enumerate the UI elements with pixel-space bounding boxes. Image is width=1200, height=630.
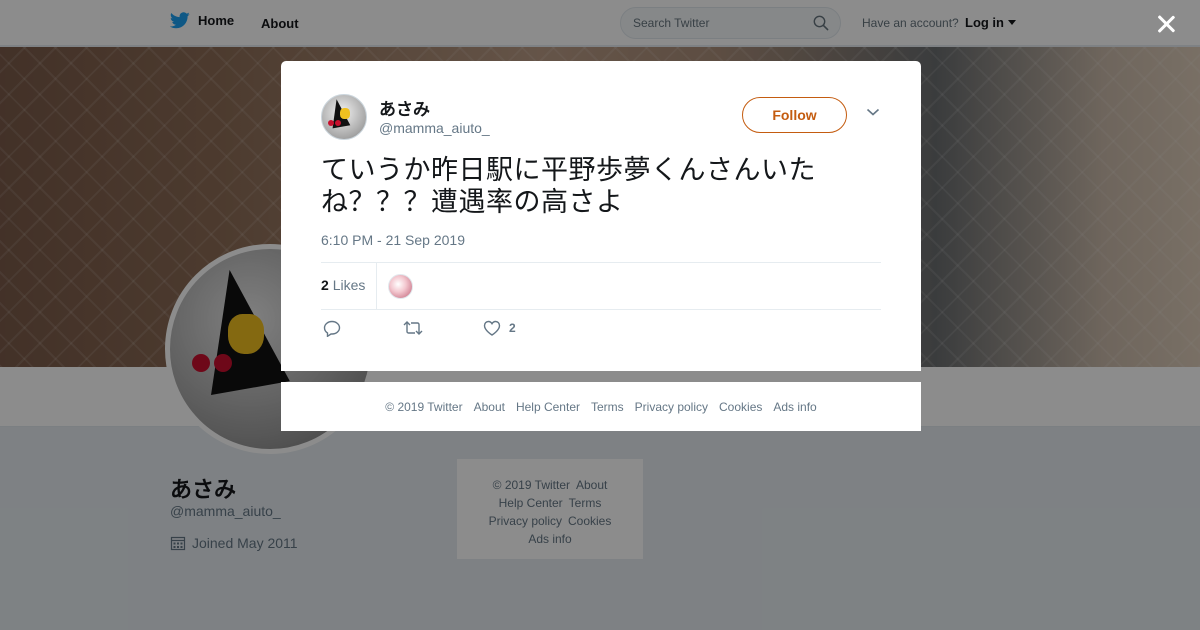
follow-button[interactable]: Follow (742, 97, 847, 133)
likes-stat[interactable]: 2 Likes (321, 277, 365, 293)
retweet-button[interactable] (403, 320, 423, 336)
modal-footer-cookies-link[interactable]: Cookies (719, 400, 762, 414)
tweet-stats: 2 Likes (321, 262, 881, 310)
tweet-modal: あさみ @mamma_aiuto_ Follow ていうか昨日駅に平野歩夢くんさ… (281, 61, 921, 371)
tweet-text-line: ていうか昨日駅に平野歩夢くんさんいた (321, 155, 816, 186)
reply-button[interactable] (323, 320, 341, 337)
liker-avatar[interactable] (388, 274, 413, 299)
reply-icon (323, 320, 341, 337)
like-button[interactable]: 2 (483, 320, 516, 336)
tweet-text: ていうか昨日駅に平野歩夢くんさんいた ね？？？遭遇率の高さよ (321, 155, 861, 219)
author-avatar[interactable] (321, 94, 367, 140)
modal-footer-copyright: © 2019 Twitter (385, 400, 463, 414)
tweet-text-line: ね？？？遭遇率の高さよ (321, 187, 624, 218)
chevron-down-icon[interactable] (866, 107, 880, 117)
modal-footer-help-link[interactable]: Help Center (516, 400, 580, 414)
author-name[interactable]: あさみ (379, 95, 430, 120)
heart-icon (483, 320, 501, 336)
modal-footer-privacy-link[interactable]: Privacy policy (635, 400, 708, 414)
like-count: 2 (509, 321, 516, 335)
modal-footer-about-link[interactable]: About (474, 400, 505, 414)
retweet-icon (403, 321, 423, 335)
close-icon[interactable] (1153, 11, 1179, 37)
modal-footer-terms-link[interactable]: Terms (591, 400, 624, 414)
modal-footer: © 2019 Twitter About Help Center Terms P… (281, 382, 921, 431)
likes-label: Likes (332, 277, 366, 293)
likes-count: 2 (321, 277, 329, 293)
tweet-timestamp[interactable]: 6:10 PM - 21 Sep 2019 (321, 232, 465, 248)
author-handle[interactable]: @mamma_aiuto_ (379, 120, 490, 136)
stats-divider (376, 263, 377, 309)
modal-footer-ads-link[interactable]: Ads info (773, 400, 816, 414)
